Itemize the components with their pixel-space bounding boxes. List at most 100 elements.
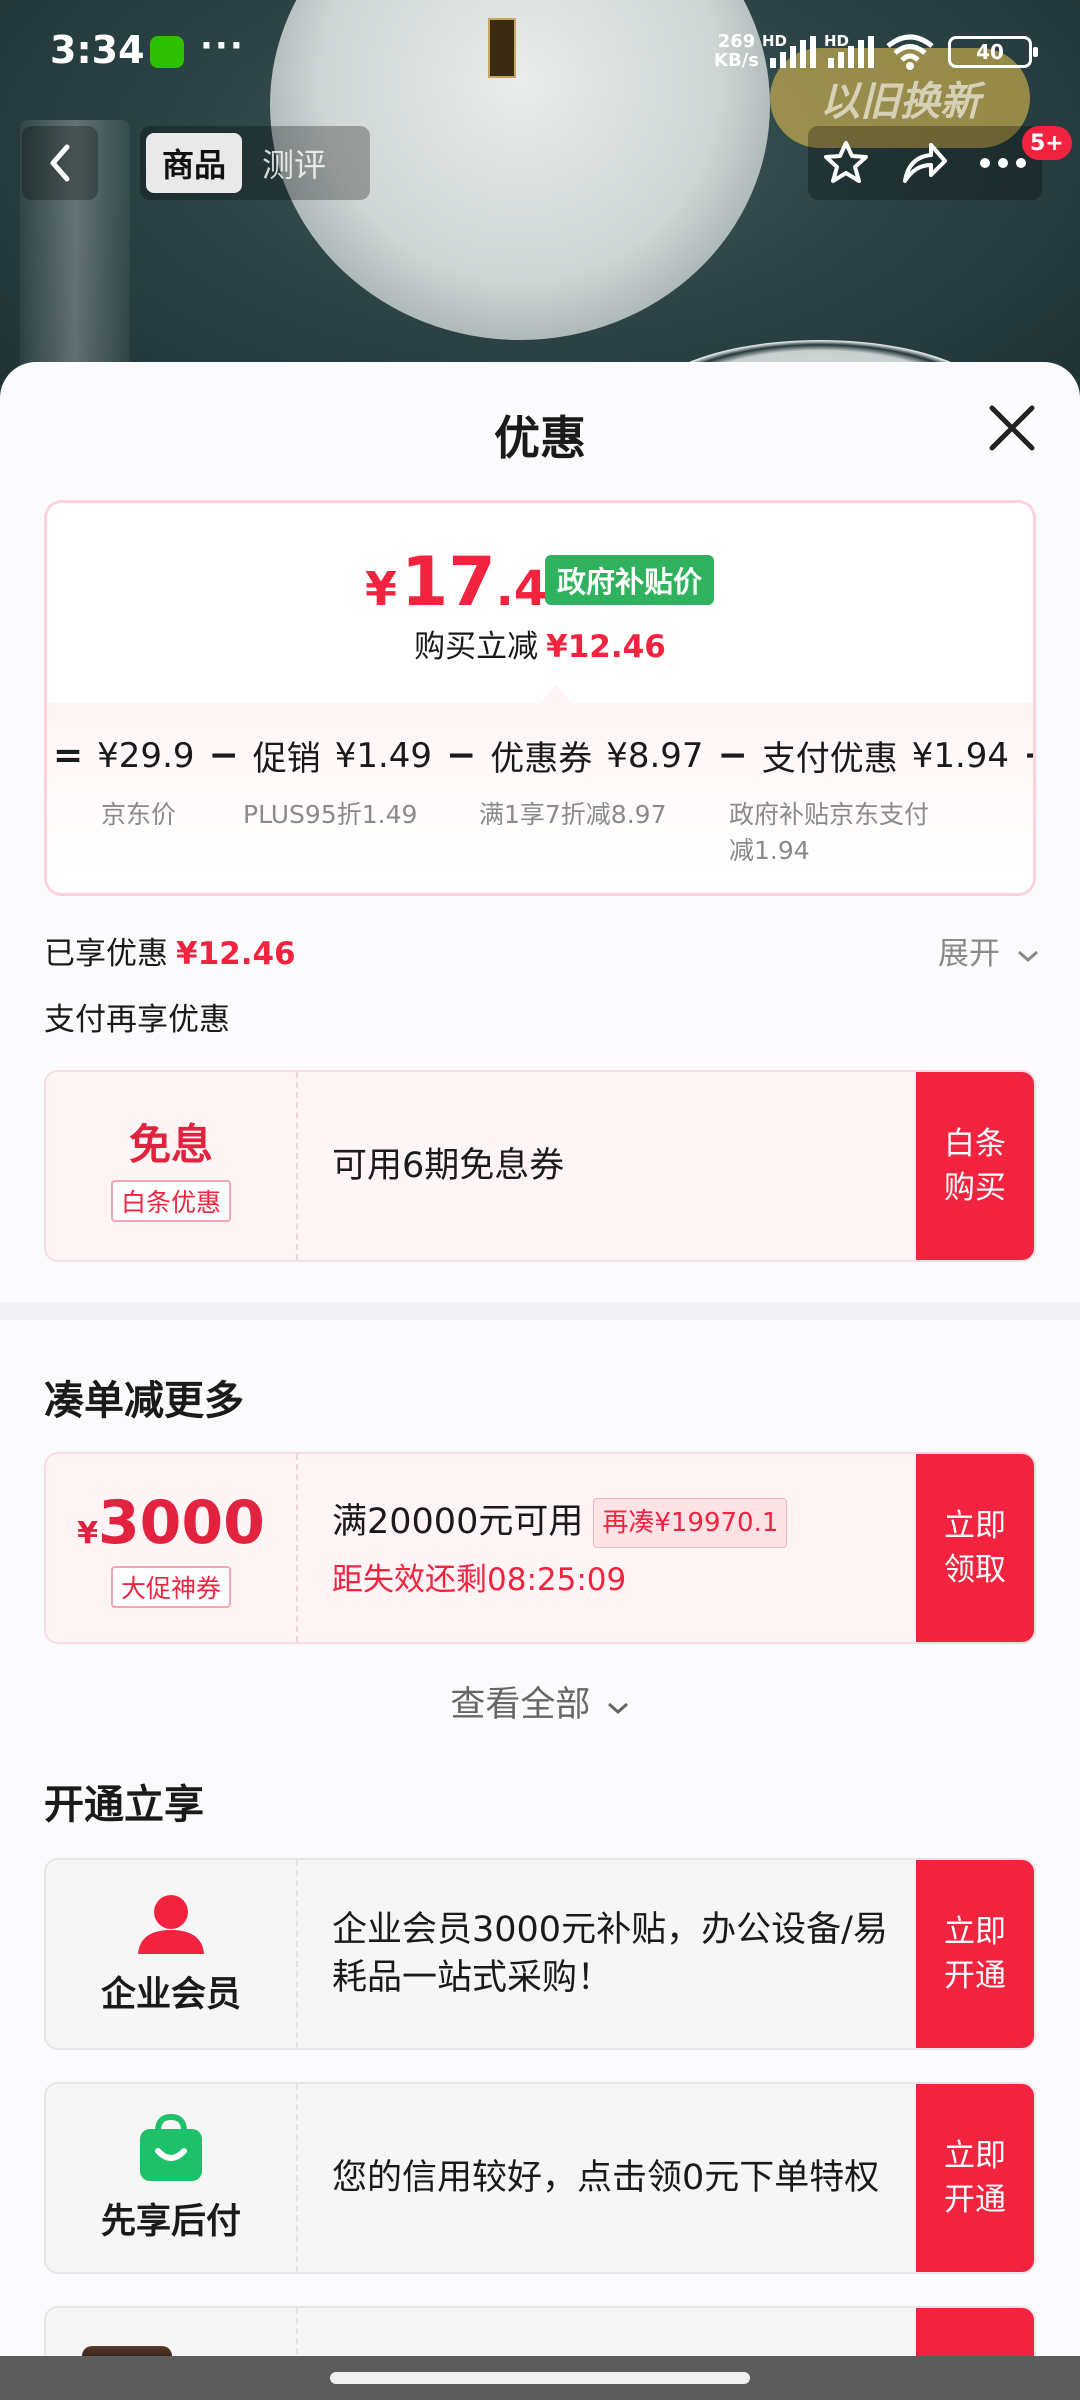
chevron-left-icon	[50, 144, 70, 182]
mega-coupon-condition: 满20000元可用 再凑¥19970.1	[332, 1497, 894, 1548]
user-icon	[138, 1894, 204, 1954]
payment-discount-sub: 政府补贴京东支付 减1.94	[729, 800, 930, 865]
network-speed-value: 269	[717, 31, 756, 52]
operator-minus: −	[446, 735, 477, 776]
operator-minus: −	[208, 735, 239, 776]
coupon-amount: ¥8.97	[606, 735, 704, 776]
expand-label: 展开	[938, 936, 1000, 972]
baitiao-coupon-mid: 可用6期免息券	[332, 1072, 894, 1260]
claim-coupon-button[interactable]: 立即领取	[916, 1454, 1034, 1642]
discount-sheet: 优惠 ¥ 17 .44 政府补贴价 购买立减 ¥12.46 = ¥29.9 − 促…	[0, 362, 1080, 2400]
partial-card-image	[82, 2346, 172, 2356]
more-notifications-icon: ···	[200, 26, 245, 66]
battery-icon: 40	[948, 36, 1038, 68]
promo-amount: ¥1.49	[334, 735, 433, 776]
baitiao-coupon-card: 免息 白条优惠 可用6期免息券 白条购买	[44, 1070, 1036, 1262]
mega-coupon-tag: 大促神券	[110, 1566, 231, 1608]
interest-free-title: 免息	[128, 1119, 213, 1169]
breakdown-pointer	[540, 685, 572, 703]
enterprise-member-mid: 企业会员3000元补贴，办公设备/易耗品一站式采购！	[332, 1860, 894, 2048]
payment-discount-amount: ¥1.94	[911, 735, 1010, 776]
baitiao-coupon-text: 可用6期免息券	[332, 1146, 565, 1186]
gesture-bar	[0, 2356, 1080, 2400]
nav-actions	[808, 126, 1042, 200]
home-indicator[interactable]	[330, 2372, 750, 2384]
jd-price-sub: 京东价	[101, 800, 177, 829]
see-all-label: 查看全部	[450, 1685, 591, 1725]
favorite-star-icon[interactable]	[822, 139, 870, 187]
price-breakdown[interactable]: = ¥29.9 − 促销 ¥1.49 − 优惠券 ¥8.97 − 支付优惠 ¥1…	[47, 703, 1033, 893]
price-card: ¥ 17 .44 政府补贴价 购买立减 ¥12.46 = ¥29.9 − 促销 ¥…	[44, 500, 1036, 896]
countdown-text: 距失效还剩08:25:09	[332, 1561, 627, 1598]
mega-coupon-mid: 满20000元可用 再凑¥19970.1 距失效还剩08:25:09	[332, 1454, 894, 1642]
pay-later-text: 您的信用较好，点击领0元下单特权	[332, 2158, 880, 2198]
coupon-label: 优惠券	[490, 739, 593, 779]
baitiao-tag: 白条优惠	[110, 1179, 231, 1222]
jd-price-amount: ¥29.9	[97, 735, 195, 776]
baitiao-coupon-left: 免息 白条优惠	[46, 1072, 298, 1260]
operator-minus: −	[1023, 735, 1033, 776]
shopping-bag-icon	[140, 2113, 202, 2181]
chevron-down-icon	[1017, 950, 1038, 963]
mega-coupon-currency: ¥	[77, 1516, 98, 1551]
payment-discount-label: 支付优惠	[761, 739, 898, 779]
coupon-sub: 满1享7折减8.97	[479, 800, 667, 829]
sheet-title: 优惠	[494, 411, 586, 465]
network-speed: 269 KB/s	[714, 32, 759, 70]
status-time: 3:34	[50, 28, 145, 72]
pay-later-left: 先享后付	[46, 2084, 298, 2272]
final-price-currency: ¥	[365, 562, 398, 616]
tab-product[interactable]: 商品	[146, 133, 243, 193]
open-section-title: 开通立享	[44, 1782, 204, 1828]
add-more-pill: 再凑¥19970.1	[593, 1497, 788, 1548]
mega-coupon-amount: 3000	[97, 1488, 265, 1558]
network-speed-unit: KB/s	[714, 50, 759, 71]
status-bar: 3:34 ··· 269 KB/s HD HD 40	[0, 0, 1080, 100]
enterprise-member-card: 企业会员 企业会员3000元补贴，办公设备/易耗品一站式采购！ 立即开通	[44, 1858, 1036, 2050]
final-price-integer: 17	[401, 543, 496, 622]
promo-sub: PLUS95折1.49	[243, 800, 418, 829]
pay-later-open-button[interactable]: 立即开通	[916, 2084, 1034, 2272]
mega-coupon-text: 满20000元可用	[332, 1501, 584, 1542]
share-icon[interactable]	[899, 141, 949, 185]
operator-minus: −	[717, 735, 748, 776]
instant-discount-label: 购买立减	[414, 629, 539, 665]
message-badge: 5+	[1022, 126, 1072, 160]
expand-button[interactable]: 展开	[938, 928, 1040, 973]
gov-subsidy-tag: 政府补贴价	[545, 555, 715, 605]
section-divider	[0, 1302, 1080, 1320]
instant-discount-amount: ¥12.46	[546, 629, 666, 665]
chevron-down-icon	[607, 1702, 628, 1715]
tab-review[interactable]: 测评	[246, 133, 342, 193]
baitiao-buy-button[interactable]: 白条购买	[916, 1072, 1034, 1260]
pay-later-name: 先享后付	[100, 2201, 241, 2242]
more-menu-icon[interactable]	[978, 156, 1028, 170]
pay-later-card: 先享后付 您的信用较好，点击领0元下单特权 立即开通	[44, 2082, 1036, 2274]
final-price-area: ¥ 17 .44 政府补贴价 购买立减 ¥12.46	[47, 503, 1033, 703]
wifi-icon	[886, 34, 934, 70]
see-all-button[interactable]: 查看全部	[0, 1676, 1080, 1727]
mega-coupon-card: ¥3000 大促神券 满20000元可用 再凑¥19970.1 距失效还剩08:2…	[44, 1452, 1036, 1644]
enjoyed-amount: ¥12.46	[176, 936, 296, 972]
enterprise-member-text: 企业会员3000元补贴，办公设备/易耗品一站式采购！	[332, 1910, 888, 1998]
promo-label: 促销	[252, 739, 321, 779]
breakdown-row: = ¥29.9 − 促销 ¥1.49 − 优惠券 ¥8.97 − 支付优惠 ¥1…	[53, 731, 1033, 780]
enjoyed-discount: 已享优惠 ¥12.46	[44, 928, 296, 973]
close-icon[interactable]	[986, 402, 1038, 454]
pay-more-label: 支付再享优惠	[44, 1002, 230, 1038]
back-button[interactable]	[22, 126, 98, 200]
operator-equals: =	[53, 735, 84, 776]
instant-discount: 购买立减 ¥12.46	[47, 621, 1033, 666]
signal-icon-2	[828, 36, 874, 68]
pay-later-mid: 您的信用较好，点击领0元下单特权	[332, 2084, 894, 2272]
mega-coupon-value: ¥3000	[77, 1488, 265, 1558]
enterprise-member-name: 企业会员	[100, 1974, 241, 2015]
enterprise-member-left: 企业会员	[46, 1860, 298, 2048]
wechat-icon	[150, 36, 184, 68]
signal-icon-1	[770, 36, 816, 68]
mega-coupon-left: ¥3000 大促神券	[46, 1454, 298, 1642]
product-tabs: 商品 测评	[140, 126, 370, 200]
enterprise-open-button[interactable]: 立即开通	[916, 1860, 1034, 2048]
more-section-title: 凑单减更多	[44, 1378, 244, 1424]
enjoyed-label: 已享优惠	[44, 936, 168, 972]
